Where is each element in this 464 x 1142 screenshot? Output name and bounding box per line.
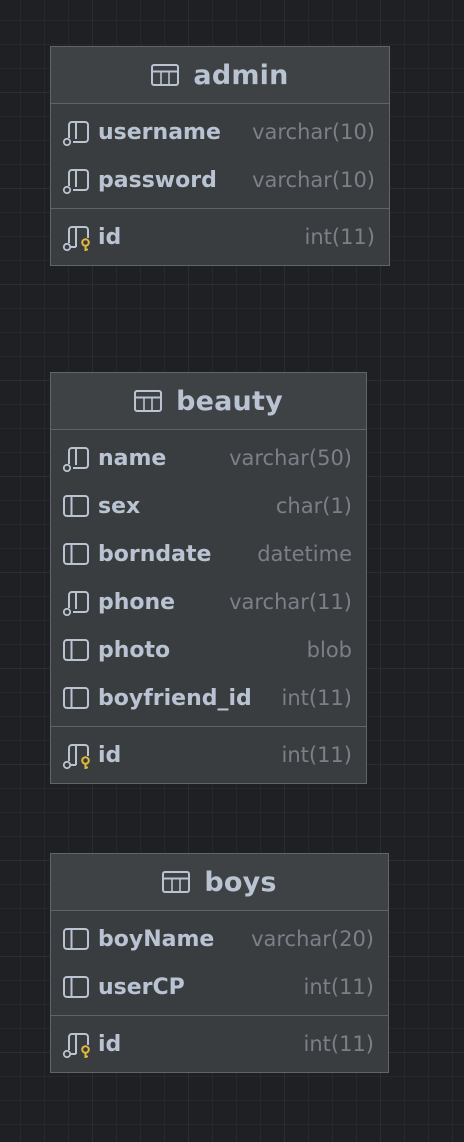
column-row[interactable]: photo blob [51,626,366,674]
primary-key-icon [61,222,91,252]
table-icon [151,64,180,86]
column-row[interactable]: boyfriend_id int(11) [51,674,366,722]
primary-key-icon [61,1029,91,1059]
column-type: int(11) [303,975,375,999]
column-type: int(11) [303,1032,375,1056]
column-name: id [98,1031,122,1057]
column-type: int(11) [281,686,353,710]
column-type: varchar(20) [251,927,374,951]
column-type: int(11) [304,225,376,249]
primary-key-icon [61,740,91,770]
column-row[interactable]: borndate datetime [51,530,366,578]
column-icon [61,972,91,1002]
column-icon [61,635,91,665]
table-title: admin [193,59,289,91]
column-icon [61,539,91,569]
primary-key-row[interactable]: id int(11) [51,1020,388,1068]
column-name: phone [98,589,176,615]
column-list: name varchar(50) sex char(1) borndate da… [51,430,366,726]
column-row[interactable]: sex char(1) [51,482,366,530]
column-type: varchar(50) [229,446,352,470]
primary-key-list: id int(11) [51,1015,388,1072]
column-icon [61,683,91,713]
column-list: boyName varchar(20) userCP int(11) [51,911,388,1015]
column-name: borndate [98,541,212,567]
column-name: username [98,119,221,145]
column-name: photo [98,637,171,663]
column-name: id [98,742,122,768]
table-icon [134,390,163,412]
table-boys[interactable]: boys boyName varchar(20) userCP int(11) … [50,853,389,1073]
primary-key-row[interactable]: id int(11) [51,213,389,261]
table-title: beauty [176,385,283,417]
column-type: datetime [257,542,352,566]
column-row[interactable]: username varchar(10) [51,108,389,156]
column-row[interactable]: boyName varchar(20) [51,915,388,963]
column-type: int(11) [281,743,353,767]
column-icon [61,491,91,521]
column-row[interactable]: userCP int(11) [51,963,388,1011]
column-name: password [98,167,217,193]
table-title: boys [204,866,277,898]
nullable-column-icon [61,443,91,473]
column-row[interactable]: password varchar(10) [51,156,389,204]
column-type: varchar(10) [252,168,375,192]
column-type: blob [306,638,352,662]
column-type: char(1) [275,494,352,518]
table-beauty[interactable]: beauty name varchar(50) sex char(1) born… [50,372,367,784]
table-admin[interactable]: admin username varchar(10) password varc… [50,46,390,266]
column-name: sex [98,493,141,519]
primary-key-row[interactable]: id int(11) [51,731,366,779]
nullable-column-icon [61,165,91,195]
primary-key-list: id int(11) [51,726,366,783]
column-icon [61,924,91,954]
table-header[interactable]: beauty [51,373,366,430]
column-name: boyName [98,926,215,952]
column-name: id [98,224,122,250]
table-header[interactable]: boys [51,854,388,911]
column-row[interactable]: name varchar(50) [51,434,366,482]
primary-key-list: id int(11) [51,208,389,265]
table-icon [162,871,191,893]
column-list: username varchar(10) password varchar(10… [51,104,389,208]
column-name: name [98,445,167,471]
nullable-column-icon [61,117,91,147]
column-row[interactable]: phone varchar(11) [51,578,366,626]
nullable-column-icon [61,587,91,617]
column-type: varchar(11) [229,590,352,614]
column-type: varchar(10) [252,120,375,144]
table-header[interactable]: admin [51,47,389,104]
column-name: userCP [98,974,185,1000]
column-name: boyfriend_id [98,685,252,711]
